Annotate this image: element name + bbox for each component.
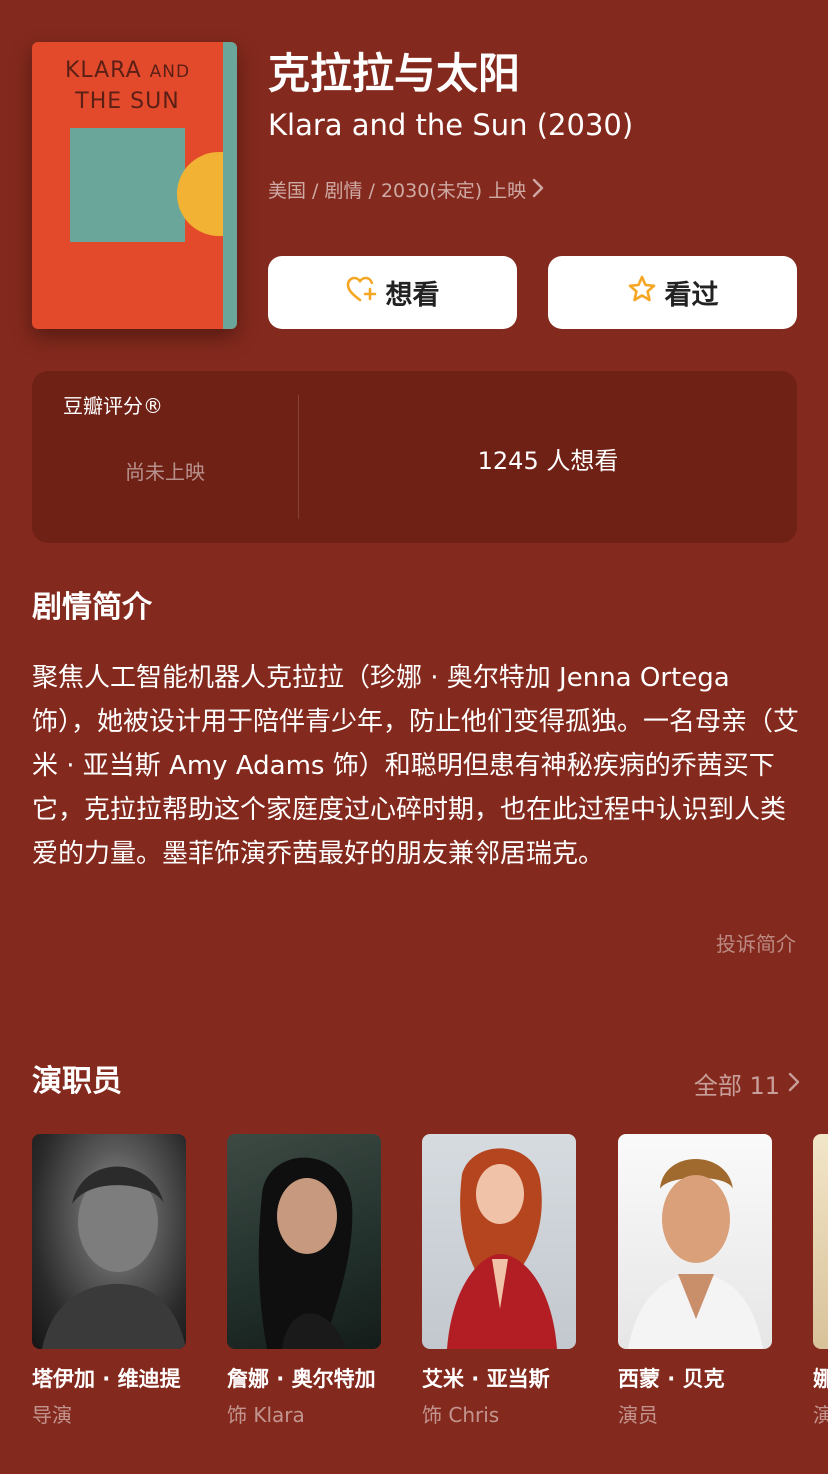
cast-name: 娜 <box>813 1367 828 1391</box>
movie-meta-text: 美国 / 剧情 / 2030(未定) 上映 <box>268 180 527 202</box>
cast-card[interactable]: 詹娜 · 奥尔特加 饰 Klara <box>227 1134 381 1429</box>
cast-all-label: 全部 11 <box>693 1072 780 1100</box>
poster-spine <box>223 42 237 329</box>
cast-all-link[interactable]: 全部 11 <box>694 1066 800 1101</box>
watched-button[interactable]: 看过 <box>548 256 797 329</box>
rating-card[interactable]: 豆瓣评分® 尚未上映 1245 人想看 <box>32 371 797 543</box>
cast-card[interactable]: 娜 演 <box>813 1134 828 1429</box>
movie-title-chinese: 克拉拉与太阳 <box>268 49 521 98</box>
cast-role: 饰 Chris <box>422 1403 500 1427</box>
report-synopsis-link[interactable]: 投诉简介 <box>716 928 796 957</box>
star-icon <box>627 274 665 311</box>
watched-label: 看过 <box>664 280 719 311</box>
rating-status: 尚未上映 <box>125 460 205 484</box>
movie-poster[interactable]: KLARA AND THE SUN <box>32 42 237 329</box>
cast-photo <box>422 1134 576 1349</box>
cast-name: 艾米 · 亚当斯 <box>422 1367 550 1391</box>
want-to-watch-button[interactable]: 想看 <box>268 256 517 329</box>
cast-role: 演 <box>813 1403 828 1427</box>
cast-card[interactable]: 艾米 · 亚当斯 饰 Chris <box>422 1134 576 1429</box>
cast-photo <box>32 1134 186 1349</box>
heart-plus-icon <box>346 275 386 310</box>
cast-name: 詹娜 · 奥尔特加 <box>227 1367 376 1391</box>
cast-photo <box>618 1134 772 1349</box>
chevron-right-icon <box>788 1070 800 1098</box>
cast-card[interactable]: 西蒙 · 贝克 演员 <box>618 1134 772 1429</box>
movie-title-original: Klara and the Sun (2030) <box>268 108 634 142</box>
cast-name: 塔伊加 · 维迪提 <box>32 1367 181 1391</box>
cast-role: 饰 Klara <box>227 1403 305 1427</box>
poster-title: KLARA AND THE SUN <box>64 58 191 114</box>
cast-photo <box>813 1134 828 1349</box>
douban-rating-label: 豆瓣评分® <box>63 394 163 418</box>
cast-card[interactable]: 塔伊加 · 维迪提 导演 <box>32 1134 186 1429</box>
synopsis-title: 剧情简介 <box>32 590 152 625</box>
synopsis-text[interactable]: 聚焦人工智能机器人克拉拉（珍娜 · 奥尔特加 Jenna Ortega 饰），她… <box>32 656 802 876</box>
cast-role: 导演 <box>32 1403 72 1427</box>
poster-art-window <box>70 128 185 242</box>
cast-role: 演员 <box>618 1403 658 1427</box>
cast-photo <box>227 1134 381 1349</box>
movie-meta-link[interactable]: 美国 / 剧情 / 2030(未定) 上映 <box>268 176 544 206</box>
want-count: 1245 人想看 <box>477 447 619 475</box>
cast-title: 演职员 <box>32 1064 122 1099</box>
chevron-right-icon <box>532 176 544 206</box>
want-to-watch-label: 想看 <box>385 280 440 311</box>
cast-name: 西蒙 · 贝克 <box>618 1367 725 1391</box>
